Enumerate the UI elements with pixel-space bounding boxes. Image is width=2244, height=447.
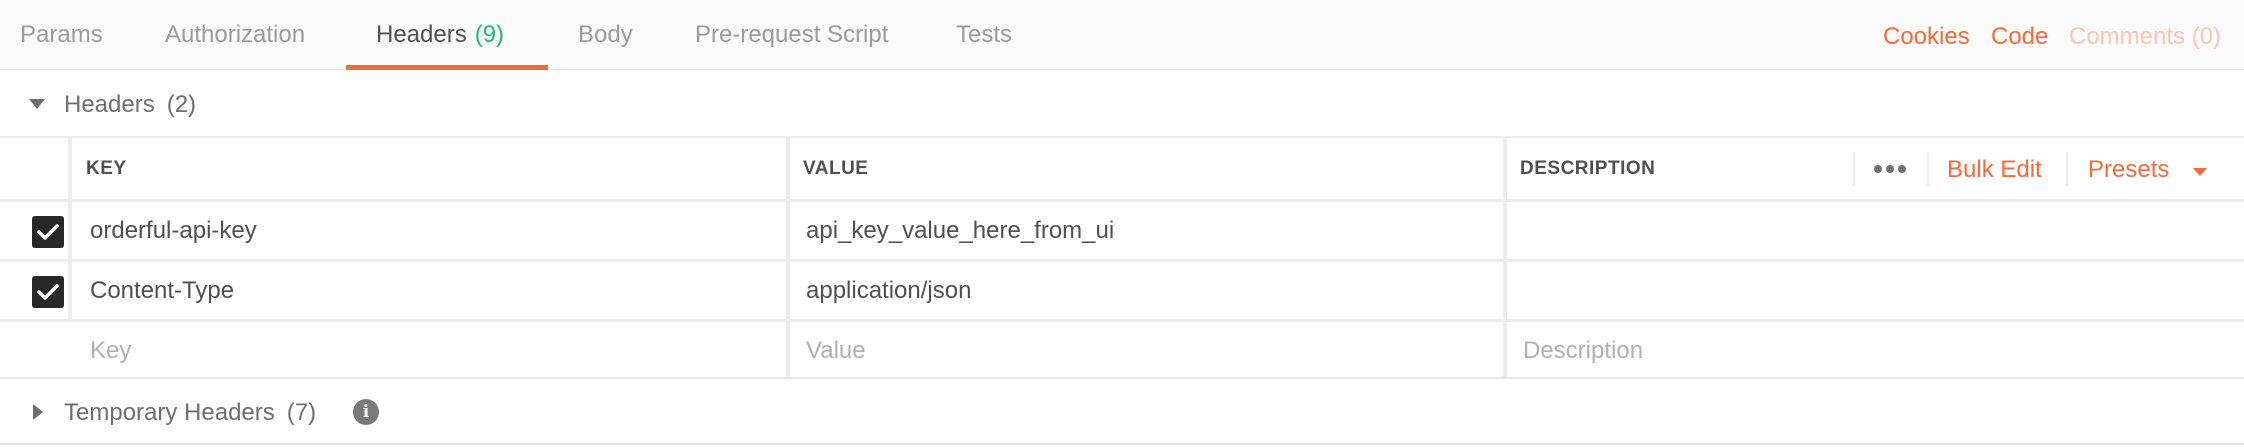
action-separator [2066, 152, 2068, 186]
table-header-row: KEY VALUE DESCRIPTION Bulk Edit Presets [0, 138, 2244, 202]
row-enabled-checkbox[interactable] [32, 216, 64, 248]
column-divider [68, 202, 72, 259]
presets-label: Presets [2088, 156, 2170, 183]
tab-authorization[interactable]: Authorization [165, 0, 305, 70]
caret-down-icon [28, 70, 46, 138]
headers-section-count: (2) [166, 91, 197, 118]
header-value-field[interactable]: api_key_value_here_from_ui [806, 202, 1114, 259]
column-divider [1503, 322, 1507, 377]
new-key-input[interactable]: Key [90, 322, 131, 379]
column-divider [786, 262, 790, 319]
temporary-headers-section[interactable]: Temporary Headers (7) i [0, 379, 2244, 445]
tab-headers[interactable]: Headers (9) [376, 0, 504, 70]
info-icon[interactable]: i [353, 399, 379, 425]
column-divider [1503, 262, 1507, 319]
headers-table: KEY VALUE DESCRIPTION Bulk Edit Presets … [0, 138, 2244, 379]
checkmark-icon [37, 224, 59, 240]
table-row: orderful-api-key api_key_value_here_from… [0, 202, 2244, 262]
column-divider [1503, 138, 1507, 199]
tab-headers-count: (9) [474, 21, 505, 48]
tab-pre-request-script[interactable]: Pre-request Script [695, 0, 888, 70]
temporary-headers-count: (7) [286, 399, 317, 426]
row-enabled-checkbox[interactable] [32, 276, 64, 308]
tab-headers-label: Headers [376, 21, 467, 48]
temporary-headers-title: Temporary Headers (7) [64, 379, 316, 445]
column-divider [68, 262, 72, 319]
headers-section-title: Headers (2) [64, 70, 196, 138]
caret-down-icon [2192, 156, 2208, 183]
column-header-key: KEY [86, 158, 127, 179]
caret-right-icon [32, 379, 44, 445]
column-divider [68, 138, 72, 199]
header-key-field[interactable]: orderful-api-key [90, 202, 257, 259]
headers-section-header[interactable]: Headers (2) [0, 70, 2244, 138]
request-tabs-bar: Params Authorization Headers (9) Body Pre… [0, 0, 2244, 70]
column-divider [786, 202, 790, 259]
header-value-field[interactable]: application/json [806, 262, 971, 319]
tab-tests[interactable]: Tests [956, 0, 1012, 70]
column-divider [1503, 202, 1507, 259]
tab-body[interactable]: Body [578, 0, 633, 70]
tab-params[interactable]: Params [20, 0, 103, 70]
new-description-input[interactable]: Description [1523, 322, 1643, 379]
header-key-field[interactable]: Content-Type [90, 262, 234, 319]
comments-link[interactable]: Comments (0) [2069, 0, 2221, 72]
action-separator [1853, 152, 1855, 186]
action-separator [1927, 152, 1929, 186]
code-link[interactable]: Code [1991, 0, 2048, 72]
header-description-field[interactable] [1523, 202, 2223, 259]
column-divider [786, 322, 790, 377]
table-row: Content-Type application/json [0, 262, 2244, 322]
bulk-edit-button[interactable]: Bulk Edit [1947, 138, 2042, 199]
cookies-link[interactable]: Cookies [1883, 0, 1970, 72]
new-value-input[interactable]: Value [806, 322, 866, 379]
checkmark-icon [37, 284, 59, 300]
column-header-value: VALUE [803, 158, 869, 179]
column-divider [786, 138, 790, 199]
presets-dropdown[interactable]: Presets [2088, 138, 2208, 199]
headers-section-label: Headers [64, 91, 155, 118]
new-header-row: Key Value Description [0, 322, 2244, 379]
more-options-icon[interactable] [1870, 138, 1910, 199]
header-description-field[interactable] [1523, 262, 2223, 319]
temporary-headers-label: Temporary Headers [64, 399, 275, 426]
column-header-description: DESCRIPTION [1520, 158, 1656, 179]
